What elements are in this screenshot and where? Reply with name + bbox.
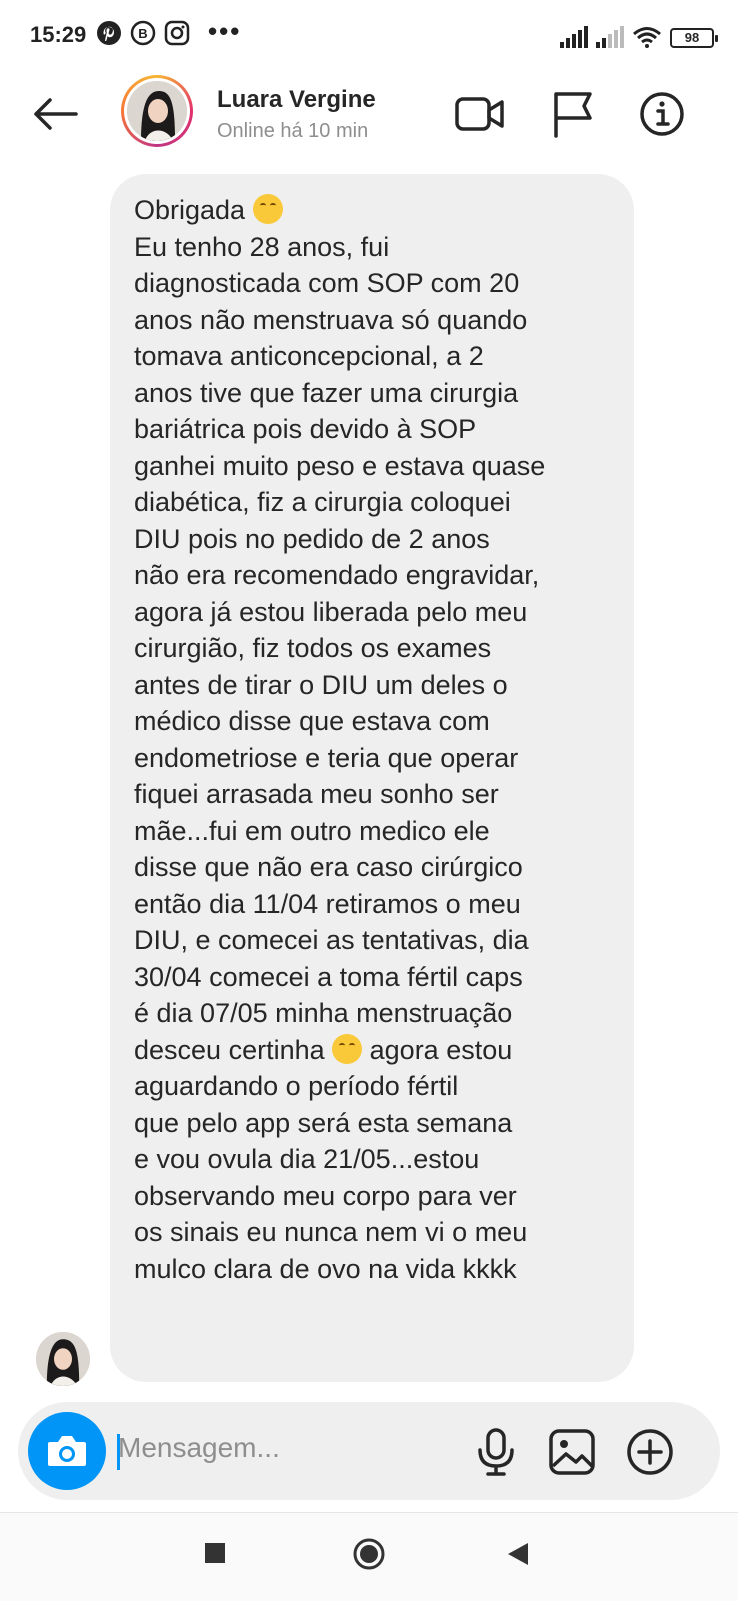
- camera-icon: [48, 1436, 86, 1466]
- signal-2-icon: [596, 26, 624, 48]
- message-line-1: Obrigada: [134, 195, 246, 225]
- info-icon[interactable]: [638, 90, 690, 138]
- contact-name[interactable]: Luara Vergine: [217, 86, 376, 114]
- home-circle-icon[interactable]: [352, 1537, 386, 1571]
- battery-icon: 98: [670, 28, 718, 48]
- android-nav-bar: [0, 1512, 738, 1601]
- wifi-icon: [633, 27, 661, 48]
- camera-button[interactable]: [28, 1412, 106, 1490]
- message-bubble[interactable]: Obrigada Eu tenho 28 anos, fui diagnosti…: [110, 174, 634, 1382]
- back-triangle-icon[interactable]: [506, 1541, 530, 1567]
- message-text: Obrigada Eu tenho 28 anos, fui diagnosti…: [134, 192, 624, 1287]
- svg-text:B: B: [138, 26, 147, 41]
- more-notifications-icon: •••: [208, 16, 242, 46]
- flag-icon[interactable]: [548, 90, 600, 138]
- status-bar: 15:29 B ••• 98: [0, 0, 738, 70]
- message-composer: Mensagem...: [18, 1402, 720, 1500]
- gallery-icon[interactable]: [546, 1426, 598, 1478]
- message-input[interactable]: Mensagem...: [118, 1432, 280, 1464]
- video-call-icon[interactable]: [454, 90, 506, 138]
- smiling-face-emoji: [332, 1033, 363, 1064]
- sender-avatar[interactable]: [36, 1332, 90, 1386]
- status-right-cluster: 98: [560, 22, 718, 48]
- status-time: 15:29: [30, 22, 87, 47]
- contact-status: Online há 10 min: [217, 120, 369, 142]
- message-body-b: agora estou aguardando o período fértil …: [134, 1034, 528, 1284]
- recents-square-icon[interactable]: [203, 1541, 227, 1565]
- chat-header: Luara Vergine Online há 10 min: [0, 70, 738, 160]
- profile-avatar[interactable]: [121, 75, 193, 147]
- message-body-a: Eu tenho 28 anos, fui diagnosticada com …: [134, 231, 546, 1065]
- signal-icon: [560, 26, 588, 48]
- smiling-face-emoji: [252, 194, 283, 224]
- b-app-icon: B: [130, 20, 156, 46]
- plus-circle-icon[interactable]: [624, 1426, 676, 1478]
- back-arrow-icon[interactable]: [30, 92, 80, 136]
- pinterest-icon: [97, 21, 121, 45]
- microphone-icon[interactable]: [470, 1426, 522, 1478]
- instagram-icon: [164, 20, 190, 46]
